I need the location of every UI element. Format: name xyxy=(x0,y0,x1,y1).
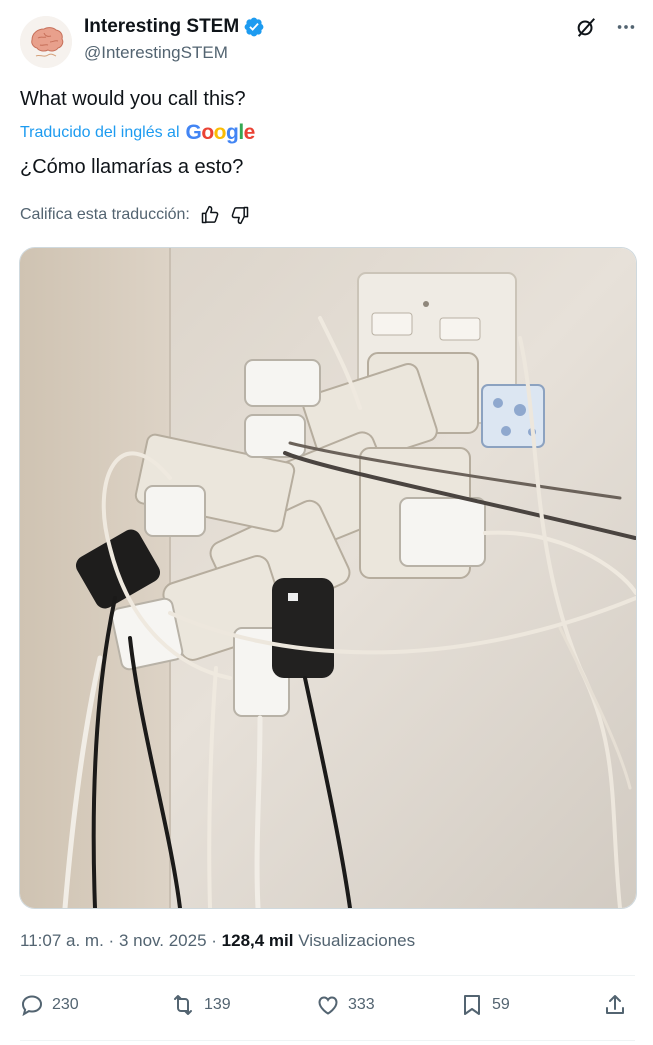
meta-separator: · xyxy=(108,931,115,950)
translated-text: ¿Cómo llamarías a esto? xyxy=(20,156,244,178)
account-name[interactable]: Interesting STEM xyxy=(84,16,239,38)
meta-separator: · xyxy=(211,931,217,950)
translated-by-label[interactable]: Traducido del inglés al xyxy=(20,124,180,142)
repost-count: 139 xyxy=(204,996,231,1013)
rate-translation: Califica esta traducción: xyxy=(20,205,250,225)
bookmark-icon xyxy=(464,995,480,1015)
views-label: Visualizaciones xyxy=(298,931,416,950)
action-bar: 230 139 333 59 xyxy=(20,993,635,1025)
verified-icon xyxy=(244,17,264,37)
repost-button[interactable]: 139 xyxy=(170,993,231,1017)
rate-translation-label: Califica esta traducción: xyxy=(20,206,190,223)
google-logo: Google xyxy=(185,121,256,144)
account-handle[interactable]: @InterestingSTEM xyxy=(84,43,228,63)
more-icon[interactable] xyxy=(615,16,637,38)
tweet-meta: 11:07 a. m. · 3 nov. 2025 · 128,4 mil Vi… xyxy=(20,931,415,951)
like-icon xyxy=(318,996,338,1015)
tweet-photo[interactable] xyxy=(19,247,637,909)
avatar[interactable] xyxy=(20,16,72,68)
account-name-row[interactable]: Interesting STEM xyxy=(84,16,265,38)
divider xyxy=(20,1040,635,1041)
like-button[interactable]: 333 xyxy=(316,993,375,1017)
translated-by[interactable]: Traducido del inglés al Google xyxy=(20,121,255,145)
share-icon xyxy=(606,995,624,1014)
bookmark-count: 59 xyxy=(492,996,510,1013)
tweet: Interesting STEM @InterestingSTEM What w… xyxy=(0,0,653,1045)
like-count: 333 xyxy=(348,996,375,1013)
bookmark-button[interactable]: 59 xyxy=(460,993,510,1017)
reply-button[interactable]: 230 xyxy=(20,993,79,1017)
divider xyxy=(20,975,635,976)
grok-icon[interactable] xyxy=(575,16,597,38)
share-button[interactable] xyxy=(603,993,627,1017)
repost-icon xyxy=(174,995,192,1015)
tweet-time[interactable]: 11:07 a. m. xyxy=(20,931,104,950)
views-count: 128,4 mil xyxy=(221,931,294,950)
thumbs-up-icon[interactable] xyxy=(200,205,220,225)
reply-count: 230 xyxy=(52,996,79,1013)
tweet-date[interactable]: 3 nov. 2025 xyxy=(119,931,207,950)
reply-icon xyxy=(21,995,43,1017)
thumbs-down-icon[interactable] xyxy=(230,205,250,225)
tweet-text: What would you call this? xyxy=(20,88,246,110)
